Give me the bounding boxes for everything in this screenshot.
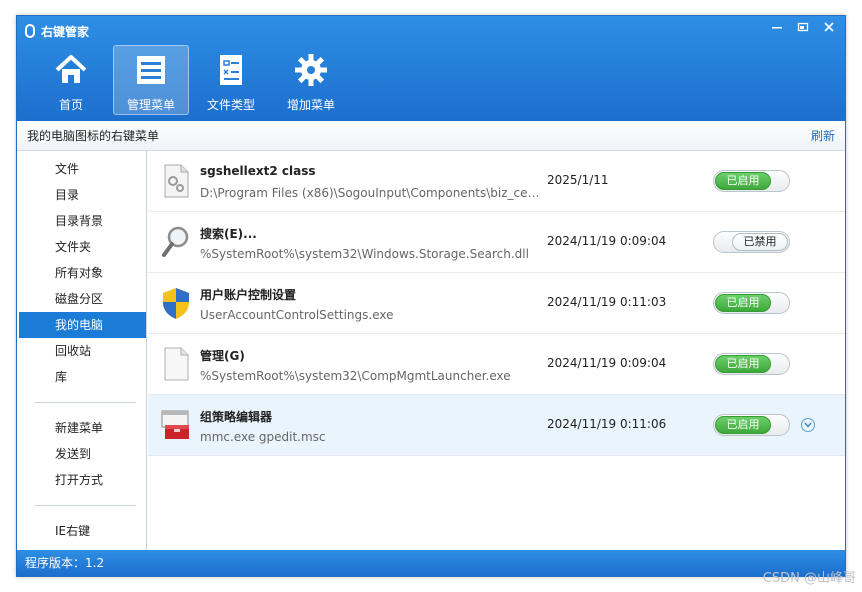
- toggle-state: 已禁用: [732, 233, 788, 251]
- toggle-state: 已启用: [715, 416, 771, 434]
- nav-file-type[interactable]: 文件类型: [193, 45, 269, 115]
- window-title: 右键管家: [41, 24, 90, 39]
- section-title: 我的电脑图标的右键菜单: [27, 129, 160, 143]
- sidebar-item-all-objects[interactable]: 所有对象: [17, 260, 146, 286]
- nav-manage-menu[interactable]: 管理菜单: [113, 45, 189, 115]
- nav-home[interactable]: 首页: [33, 45, 109, 115]
- sidebar-item-folder[interactable]: 文件夹: [17, 234, 146, 260]
- toggle-state: 已启用: [715, 355, 771, 373]
- sidebar-item-directory-background[interactable]: 目录背景: [17, 208, 146, 234]
- sidebar-item-directory[interactable]: 目录: [17, 182, 146, 208]
- refresh-link[interactable]: 刷新: [811, 127, 835, 144]
- magnifier-icon: [162, 226, 189, 257]
- sidebar-item-new-menu[interactable]: 新建菜单: [17, 415, 146, 441]
- list-item[interactable]: 组策略编辑器 mmc.exe gpedit.msc 2024/11/19 0:1…: [148, 395, 845, 456]
- toolbox-icon: [161, 410, 189, 439]
- nav-home-label: 首页: [58, 98, 83, 112]
- item-name: 管理(G): [200, 349, 245, 363]
- section-header: 我的电脑图标的右键菜单 刷新: [17, 121, 845, 151]
- nav-add-menu-label: 增加菜单: [286, 98, 335, 112]
- sidebar-item-file[interactable]: 文件: [17, 156, 146, 182]
- enable-toggle[interactable]: 已启用: [713, 292, 790, 314]
- restore-icon: [797, 22, 809, 32]
- list-item[interactable]: 搜索(E)... %SystemRoot%\system32\Windows.S…: [148, 212, 845, 273]
- file-type-icon: [220, 55, 242, 85]
- window-controls: [765, 18, 841, 36]
- toggle-state: 已启用: [715, 294, 771, 312]
- item-name: 用户账户控制设置: [200, 288, 297, 302]
- enable-toggle[interactable]: 已启用: [713, 353, 790, 375]
- version-text: 程序版本：1.2: [25, 556, 105, 570]
- top-bar: 右键管家 首页 管理菜单 文件类型 增加菜单: [17, 16, 845, 121]
- item-path: %SystemRoot%\system32\Windows.Storage.Se…: [200, 247, 529, 261]
- nav-manage-menu-label: 管理菜单: [126, 98, 175, 112]
- uac-shield-icon: [163, 288, 189, 319]
- nav-file-type-label: 文件类型: [206, 98, 255, 112]
- minimize-button[interactable]: [765, 18, 789, 36]
- item-time: 2025/1/11: [547, 173, 609, 187]
- item-path: mmc.exe gpedit.msc: [200, 430, 326, 444]
- item-time: 2024/11/19 0:09:04: [547, 356, 667, 370]
- sidebar: 文件 目录 目录背景 文件夹 所有对象 磁盘分区 我的电脑 回收站 库 新建菜单…: [17, 151, 147, 550]
- main-window: 右键管家 首页 管理菜单 文件类型 增加菜单 我的电脑图标的右键菜单 刷新 文件…: [16, 15, 846, 577]
- item-name: 搜索(E)...: [200, 227, 257, 241]
- sidebar-item-library[interactable]: 库: [17, 364, 146, 390]
- item-time: 2024/11/19 0:09:04: [547, 234, 667, 248]
- sidebar-item-send-to[interactable]: 发送到: [17, 441, 146, 467]
- list-item[interactable]: 用户账户控制设置 UserAccountControlSettings.exe …: [148, 273, 845, 334]
- item-name: 组策略编辑器: [200, 410, 273, 424]
- enable-toggle[interactable]: 已启用: [713, 414, 790, 436]
- minimize-icon: [772, 27, 782, 29]
- item-time: 2024/11/19 0:11:03: [547, 295, 667, 309]
- status-bar: 程序版本：1.2: [17, 550, 845, 576]
- menu-item-list: sgshellext2 class D:\Program Files (x86)…: [148, 151, 845, 550]
- nav-add-menu[interactable]: 增加菜单: [273, 45, 349, 115]
- item-path: D:\Program Files (x86)\SogouInput\Compon…: [200, 186, 545, 200]
- close-icon: [824, 22, 834, 32]
- sidebar-item-ie-context[interactable]: IE右键: [17, 518, 146, 544]
- title-row: 右键管家: [25, 20, 89, 42]
- sidebar-item-recycle-bin[interactable]: 回收站: [17, 338, 146, 364]
- enable-toggle[interactable]: 已启用: [713, 170, 790, 192]
- item-path: UserAccountControlSettings.exe: [200, 308, 394, 322]
- item-time: 2024/11/19 0:11:06: [547, 417, 667, 431]
- restore-button[interactable]: [791, 18, 815, 36]
- gear-icon: [295, 54, 327, 86]
- mouse-icon: [25, 24, 35, 38]
- close-button[interactable]: [817, 18, 841, 36]
- item-name: sgshellext2 class: [200, 164, 316, 178]
- chevron-down-icon: [804, 422, 812, 428]
- list-item[interactable]: 管理(G) %SystemRoot%\system32\CompMgmtLaun…: [148, 334, 845, 395]
- watermark: CSDN @山峰哥: [762, 571, 856, 586]
- sidebar-item-drive[interactable]: 磁盘分区: [17, 286, 146, 312]
- home-icon: [55, 55, 87, 83]
- list-item[interactable]: sgshellext2 class D:\Program Files (x86)…: [148, 151, 845, 212]
- expand-button[interactable]: [801, 418, 815, 432]
- menu-list-icon: [137, 56, 165, 84]
- gear-document-icon: [164, 164, 189, 198]
- enable-toggle[interactable]: 已禁用: [713, 231, 790, 253]
- blank-document-icon: [164, 347, 189, 381]
- sidebar-divider: [35, 505, 136, 506]
- item-path: %SystemRoot%\system32\CompMgmtLauncher.e…: [200, 369, 511, 383]
- sidebar-divider: [35, 402, 136, 403]
- sidebar-item-my-computer[interactable]: 我的电脑: [19, 312, 146, 338]
- sidebar-item-open-with[interactable]: 打开方式: [17, 467, 146, 493]
- toggle-state: 已启用: [715, 172, 771, 190]
- main-nav: 首页 管理菜单 文件类型 增加菜单: [33, 45, 349, 115]
